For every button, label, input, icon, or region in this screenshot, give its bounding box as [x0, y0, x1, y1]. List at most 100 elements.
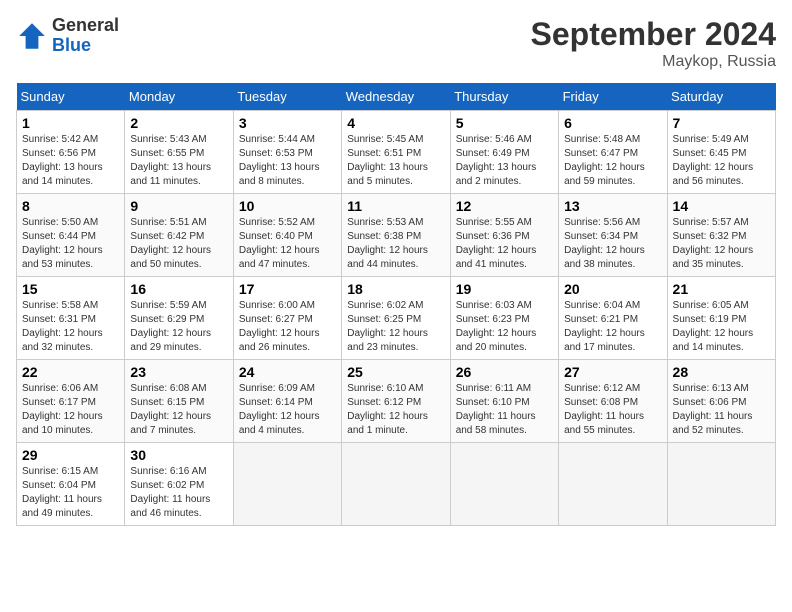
logo-text: General Blue [52, 16, 119, 56]
weekday-header-row: Sunday Monday Tuesday Wednesday Thursday… [17, 83, 776, 111]
day-number: 9 [130, 198, 227, 214]
day-cell-2: 2 Sunrise: 5:43 AM Sunset: 6:55 PM Dayli… [125, 111, 233, 194]
day-number: 8 [22, 198, 119, 214]
empty-cell [667, 443, 775, 526]
day-number: 16 [130, 281, 227, 297]
day-info: Sunrise: 5:58 AM Sunset: 6:31 PM Dayligh… [22, 299, 119, 355]
empty-cell [342, 443, 450, 526]
day-number: 23 [130, 364, 227, 380]
day-cell-18: 18 Sunrise: 6:02 AM Sunset: 6:25 PM Dayl… [342, 277, 450, 360]
day-number: 12 [456, 198, 553, 214]
day-info: Sunrise: 5:59 AM Sunset: 6:29 PM Dayligh… [130, 299, 227, 355]
day-info: Sunrise: 5:48 AM Sunset: 6:47 PM Dayligh… [564, 133, 661, 189]
day-number: 25 [347, 364, 444, 380]
day-number: 19 [456, 281, 553, 297]
day-number: 10 [239, 198, 336, 214]
day-cell-17: 17 Sunrise: 6:00 AM Sunset: 6:27 PM Dayl… [233, 277, 341, 360]
day-info: Sunrise: 5:50 AM Sunset: 6:44 PM Dayligh… [22, 216, 119, 272]
header-wednesday: Wednesday [342, 83, 450, 111]
title-block: September 2024 Maykop, Russia [531, 16, 776, 71]
day-cell-26: 26 Sunrise: 6:11 AM Sunset: 6:10 PM Dayl… [450, 360, 558, 443]
day-info: Sunrise: 6:10 AM Sunset: 6:12 PM Dayligh… [347, 382, 444, 438]
day-info: Sunrise: 5:51 AM Sunset: 6:42 PM Dayligh… [130, 216, 227, 272]
day-number: 30 [130, 447, 227, 463]
day-info: Sunrise: 6:05 AM Sunset: 6:19 PM Dayligh… [673, 299, 770, 355]
day-cell-12: 12 Sunrise: 5:55 AM Sunset: 6:36 PM Dayl… [450, 194, 558, 277]
day-cell-22: 22 Sunrise: 6:06 AM Sunset: 6:17 PM Dayl… [17, 360, 125, 443]
header-friday: Friday [559, 83, 667, 111]
day-info: Sunrise: 6:03 AM Sunset: 6:23 PM Dayligh… [456, 299, 553, 355]
day-number: 13 [564, 198, 661, 214]
day-cell-8: 8 Sunrise: 5:50 AM Sunset: 6:44 PM Dayli… [17, 194, 125, 277]
day-number: 29 [22, 447, 119, 463]
day-cell-1: 1 Sunrise: 5:42 AM Sunset: 6:56 PM Dayli… [17, 111, 125, 194]
day-cell-5: 5 Sunrise: 5:46 AM Sunset: 6:49 PM Dayli… [450, 111, 558, 194]
day-number: 28 [673, 364, 770, 380]
day-number: 3 [239, 115, 336, 131]
header-thursday: Thursday [450, 83, 558, 111]
day-info: Sunrise: 5:57 AM Sunset: 6:32 PM Dayligh… [673, 216, 770, 272]
day-info: Sunrise: 6:06 AM Sunset: 6:17 PM Dayligh… [22, 382, 119, 438]
day-info: Sunrise: 5:56 AM Sunset: 6:34 PM Dayligh… [564, 216, 661, 272]
day-cell-9: 9 Sunrise: 5:51 AM Sunset: 6:42 PM Dayli… [125, 194, 233, 277]
page-header: General Blue September 2024 Maykop, Russ… [16, 16, 776, 71]
day-cell-30: 30 Sunrise: 6:16 AM Sunset: 6:02 PM Dayl… [125, 443, 233, 526]
day-info: Sunrise: 6:12 AM Sunset: 6:08 PM Dayligh… [564, 382, 661, 438]
week-row-5: 29 Sunrise: 6:15 AM Sunset: 6:04 PM Dayl… [17, 443, 776, 526]
day-cell-21: 21 Sunrise: 6:05 AM Sunset: 6:19 PM Dayl… [667, 277, 775, 360]
header-saturday: Saturday [667, 83, 775, 111]
day-info: Sunrise: 6:04 AM Sunset: 6:21 PM Dayligh… [564, 299, 661, 355]
day-number: 11 [347, 198, 444, 214]
day-info: Sunrise: 6:11 AM Sunset: 6:10 PM Dayligh… [456, 382, 553, 438]
day-cell-24: 24 Sunrise: 6:09 AM Sunset: 6:14 PM Dayl… [233, 360, 341, 443]
day-cell-10: 10 Sunrise: 5:52 AM Sunset: 6:40 PM Dayl… [233, 194, 341, 277]
week-row-1: 1 Sunrise: 5:42 AM Sunset: 6:56 PM Dayli… [17, 111, 776, 194]
day-info: Sunrise: 5:53 AM Sunset: 6:38 PM Dayligh… [347, 216, 444, 272]
header-sunday: Sunday [17, 83, 125, 111]
logo-general: General [52, 15, 119, 35]
day-cell-13: 13 Sunrise: 5:56 AM Sunset: 6:34 PM Dayl… [559, 194, 667, 277]
week-row-2: 8 Sunrise: 5:50 AM Sunset: 6:44 PM Dayli… [17, 194, 776, 277]
day-cell-4: 4 Sunrise: 5:45 AM Sunset: 6:51 PM Dayli… [342, 111, 450, 194]
day-cell-20: 20 Sunrise: 6:04 AM Sunset: 6:21 PM Dayl… [559, 277, 667, 360]
logo-icon [16, 20, 48, 52]
day-number: 22 [22, 364, 119, 380]
day-cell-25: 25 Sunrise: 6:10 AM Sunset: 6:12 PM Dayl… [342, 360, 450, 443]
day-number: 21 [673, 281, 770, 297]
day-cell-15: 15 Sunrise: 5:58 AM Sunset: 6:31 PM Dayl… [17, 277, 125, 360]
day-info: Sunrise: 5:44 AM Sunset: 6:53 PM Dayligh… [239, 133, 336, 189]
day-number: 24 [239, 364, 336, 380]
day-info: Sunrise: 5:43 AM Sunset: 6:55 PM Dayligh… [130, 133, 227, 189]
day-cell-28: 28 Sunrise: 6:13 AM Sunset: 6:06 PM Dayl… [667, 360, 775, 443]
week-row-3: 15 Sunrise: 5:58 AM Sunset: 6:31 PM Dayl… [17, 277, 776, 360]
day-info: Sunrise: 5:49 AM Sunset: 6:45 PM Dayligh… [673, 133, 770, 189]
day-number: 4 [347, 115, 444, 131]
day-info: Sunrise: 6:16 AM Sunset: 6:02 PM Dayligh… [130, 465, 227, 521]
day-cell-11: 11 Sunrise: 5:53 AM Sunset: 6:38 PM Dayl… [342, 194, 450, 277]
day-info: Sunrise: 6:09 AM Sunset: 6:14 PM Dayligh… [239, 382, 336, 438]
day-number: 5 [456, 115, 553, 131]
day-number: 15 [22, 281, 119, 297]
empty-cell [450, 443, 558, 526]
day-cell-27: 27 Sunrise: 6:12 AM Sunset: 6:08 PM Dayl… [559, 360, 667, 443]
logo-blue: Blue [52, 35, 91, 55]
day-cell-7: 7 Sunrise: 5:49 AM Sunset: 6:45 PM Dayli… [667, 111, 775, 194]
day-cell-16: 16 Sunrise: 5:59 AM Sunset: 6:29 PM Dayl… [125, 277, 233, 360]
week-row-4: 22 Sunrise: 6:06 AM Sunset: 6:17 PM Dayl… [17, 360, 776, 443]
day-cell-14: 14 Sunrise: 5:57 AM Sunset: 6:32 PM Dayl… [667, 194, 775, 277]
day-cell-29: 29 Sunrise: 6:15 AM Sunset: 6:04 PM Dayl… [17, 443, 125, 526]
day-info: Sunrise: 5:52 AM Sunset: 6:40 PM Dayligh… [239, 216, 336, 272]
day-info: Sunrise: 5:46 AM Sunset: 6:49 PM Dayligh… [456, 133, 553, 189]
day-number: 17 [239, 281, 336, 297]
day-cell-19: 19 Sunrise: 6:03 AM Sunset: 6:23 PM Dayl… [450, 277, 558, 360]
day-number: 26 [456, 364, 553, 380]
month-year: September 2024 [531, 16, 776, 53]
day-info: Sunrise: 6:13 AM Sunset: 6:06 PM Dayligh… [673, 382, 770, 438]
day-info: Sunrise: 5:42 AM Sunset: 6:56 PM Dayligh… [22, 133, 119, 189]
day-number: 18 [347, 281, 444, 297]
day-number: 27 [564, 364, 661, 380]
day-cell-6: 6 Sunrise: 5:48 AM Sunset: 6:47 PM Dayli… [559, 111, 667, 194]
day-cell-3: 3 Sunrise: 5:44 AM Sunset: 6:53 PM Dayli… [233, 111, 341, 194]
day-number: 20 [564, 281, 661, 297]
day-number: 6 [564, 115, 661, 131]
